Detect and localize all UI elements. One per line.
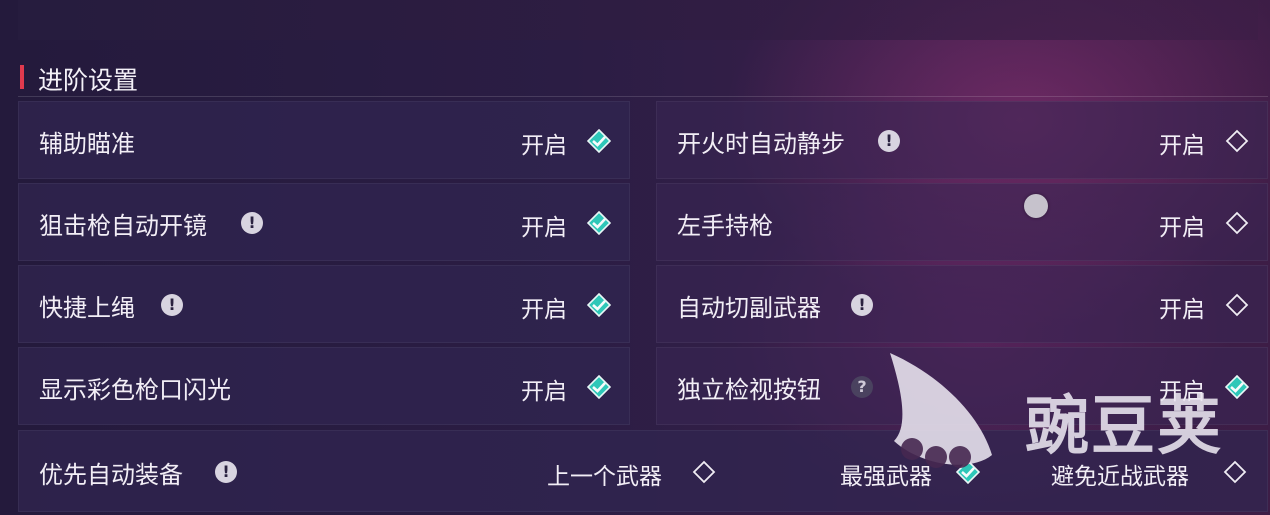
setting-label: 独立检视按钮	[677, 376, 821, 404]
pea-pod-logo-icon	[890, 353, 992, 468]
checked-diamond-icon[interactable]	[587, 211, 611, 235]
info-icon[interactable]: !	[878, 130, 900, 152]
setting-label: 显示彩色枪口闪光	[39, 376, 231, 404]
checked-diamond-icon[interactable]	[587, 129, 611, 153]
checked-diamond-icon[interactable]	[587, 375, 611, 399]
unchecked-diamond-icon[interactable]	[1225, 211, 1249, 235]
setting-value: 开启	[1159, 133, 1205, 159]
setting-row-auto-silent-walk[interactable]: 开火时自动静步 ! 开启	[656, 101, 1268, 179]
setting-value: 开启	[1159, 215, 1205, 241]
option-label-previous-weapon[interactable]: 上一个武器	[547, 457, 662, 491]
setting-row-sniper-auto-scope[interactable]: 狙击枪自动开镜 ! 开启	[18, 183, 630, 261]
checked-diamond-icon[interactable]	[587, 293, 611, 317]
setting-row-color-muzzle-flash[interactable]: 显示彩色枪口闪光 开启	[18, 347, 630, 425]
section-header: 进阶设置	[18, 56, 1268, 97]
slider-knob[interactable]	[1024, 194, 1048, 218]
info-icon[interactable]: !	[241, 212, 263, 234]
top-strip	[18, 0, 1258, 40]
setting-label: 开火时自动静步	[677, 130, 845, 158]
watermark: 豌豆荚	[880, 345, 1260, 505]
setting-label: 自动切副武器	[677, 294, 821, 322]
setting-row-quick-rope[interactable]: 快捷上绳 ! 开启	[18, 265, 630, 343]
unchecked-diamond-icon[interactable]	[1225, 129, 1249, 153]
info-icon[interactable]: !	[851, 294, 873, 316]
unchecked-diamond-icon[interactable]	[692, 460, 716, 484]
watermark-text: 豌豆荚	[1025, 390, 1223, 464]
section-title: 进阶设置	[38, 66, 139, 95]
setting-row-aim-assist[interactable]: 辅助瞄准 开启	[18, 101, 630, 179]
section-accent-bar	[20, 65, 24, 89]
question-icon[interactable]: ?	[851, 376, 873, 398]
setting-value: 开启	[521, 215, 567, 241]
setting-value: 开启	[1159, 297, 1205, 323]
setting-label: 狙击枪自动开镜	[39, 212, 207, 240]
info-icon[interactable]: !	[215, 461, 237, 483]
setting-label: 快捷上绳	[39, 294, 135, 322]
setting-row-left-hand-grip[interactable]: 左手持枪 开启	[656, 183, 1268, 261]
unchecked-diamond-icon[interactable]	[1225, 293, 1249, 317]
setting-row-auto-switch-secondary[interactable]: 自动切副武器 ! 开启	[656, 265, 1268, 343]
setting-label: 辅助瞄准	[39, 130, 135, 158]
setting-value: 开启	[521, 133, 567, 159]
setting-label: 优先自动装备	[39, 461, 183, 489]
setting-value: 开启	[521, 297, 567, 323]
info-icon[interactable]: !	[161, 294, 183, 316]
setting-label: 左手持枪	[677, 212, 773, 240]
setting-value: 开启	[521, 379, 567, 405]
